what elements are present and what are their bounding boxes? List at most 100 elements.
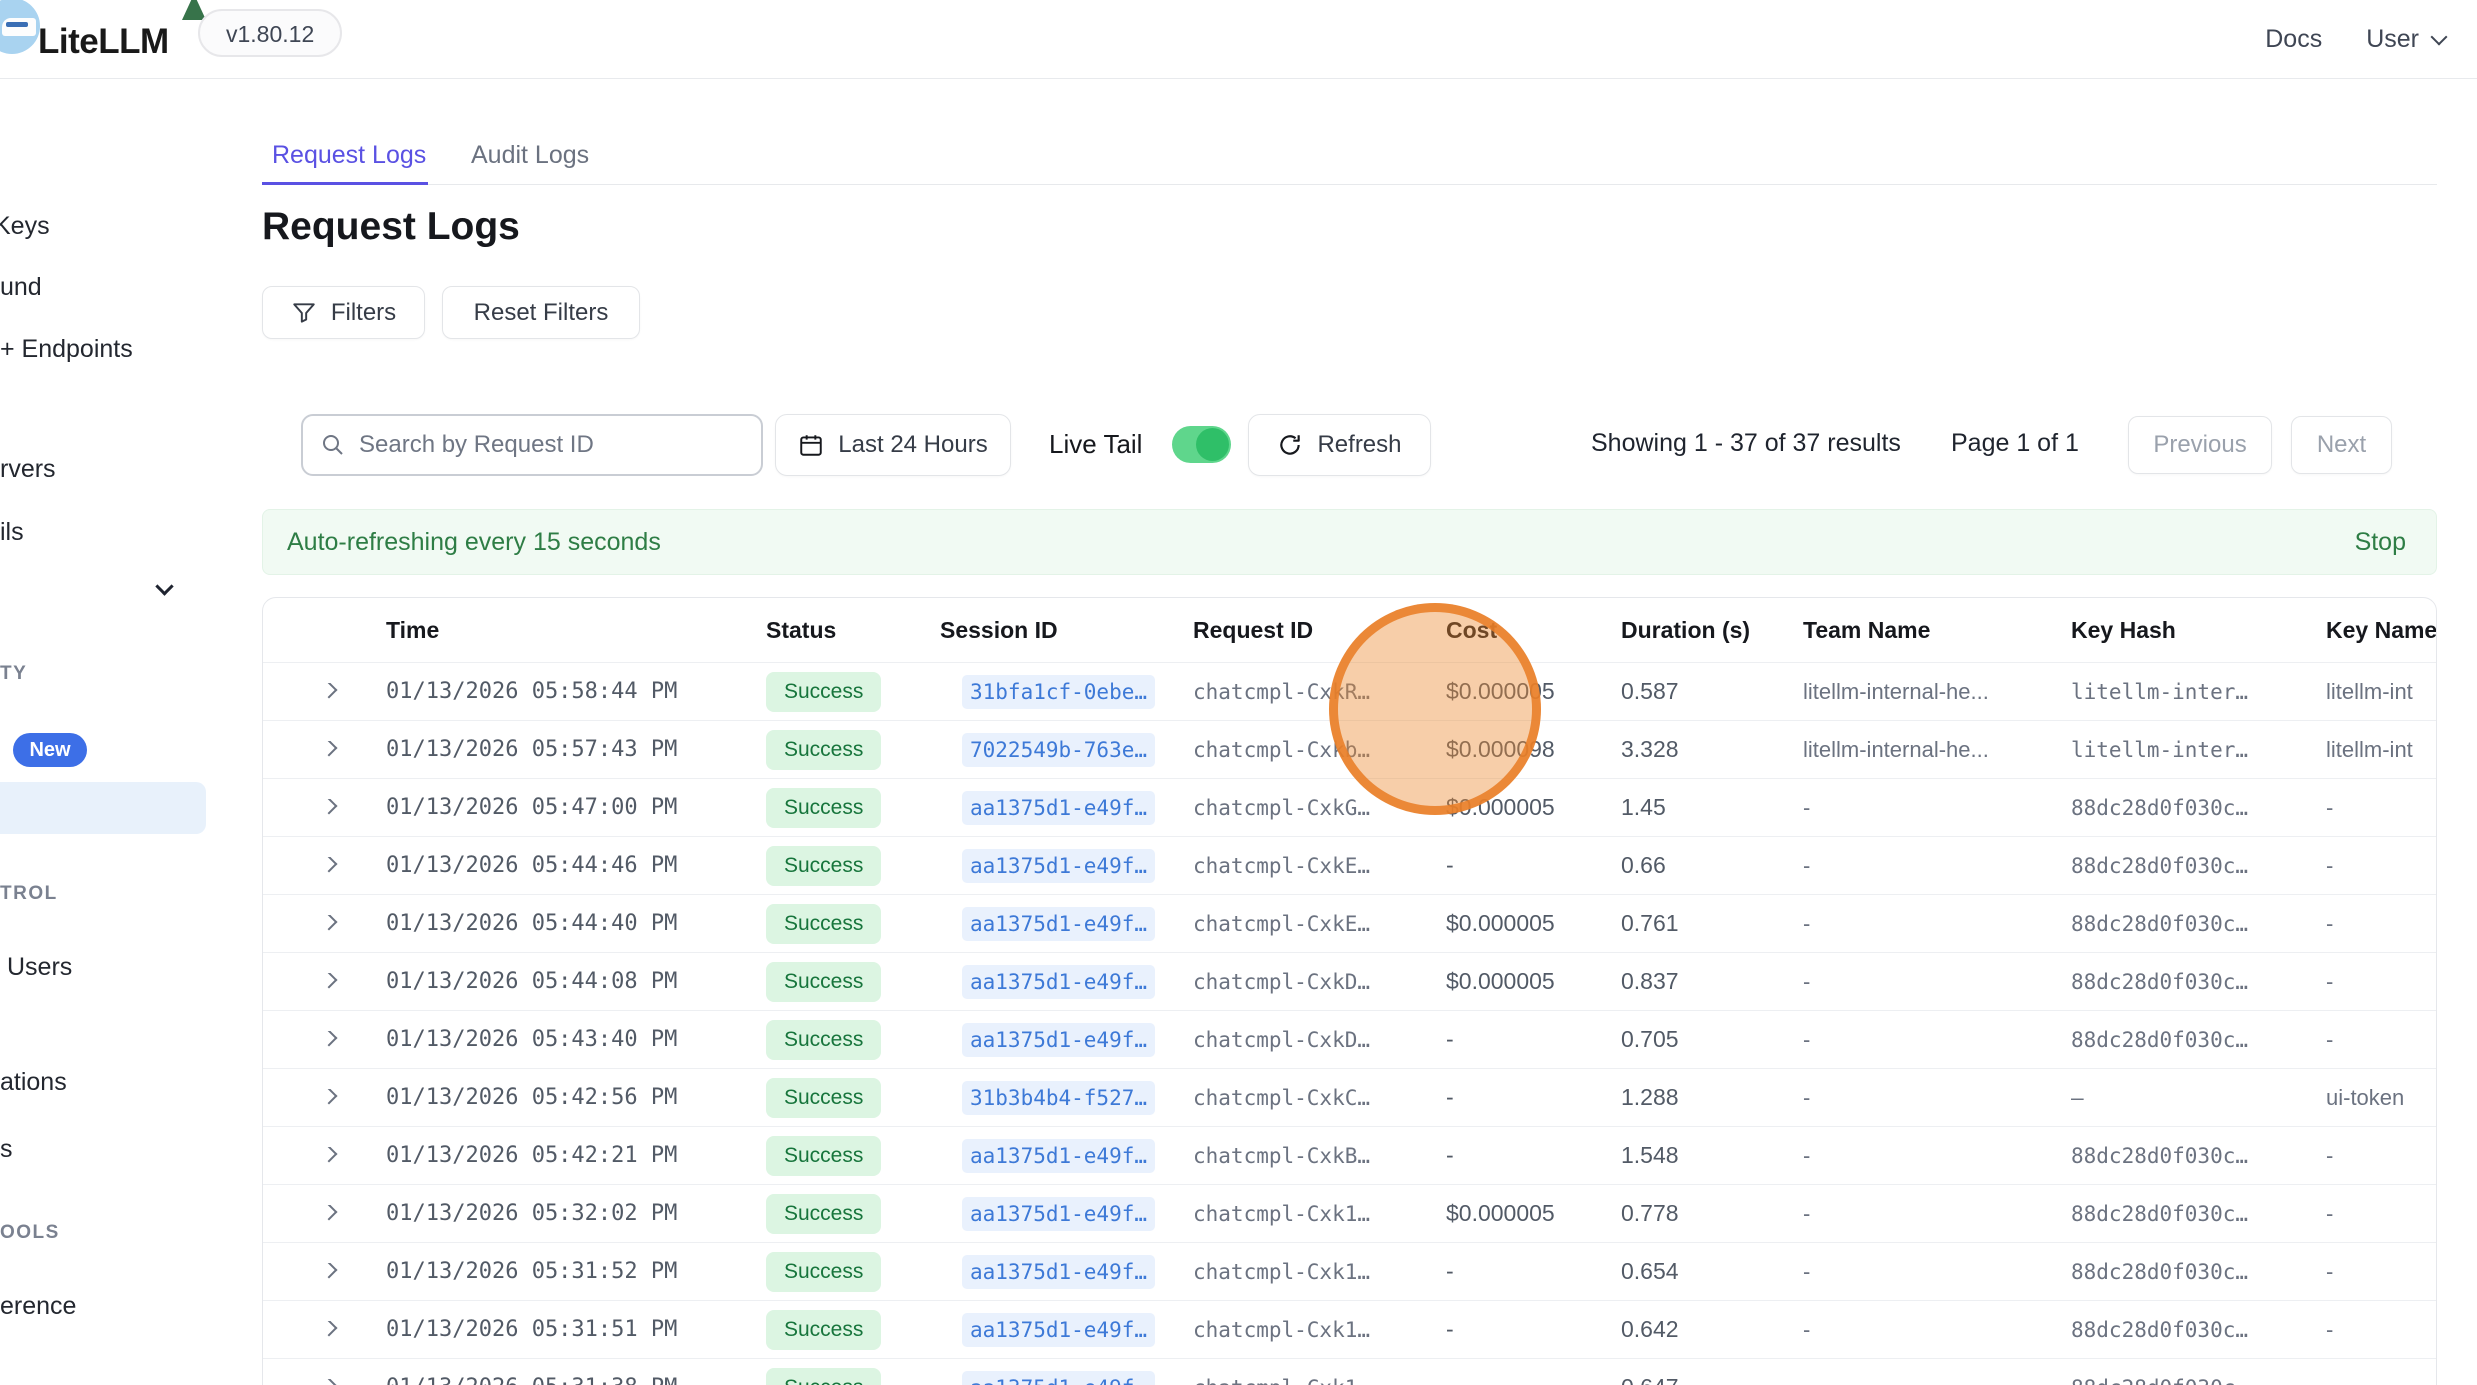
expand-row-chevron-icon[interactable] (321, 1089, 338, 1104)
key-name-cell: - (2326, 1027, 2436, 1053)
expand-row-chevron-icon[interactable] (321, 1031, 338, 1046)
session-id-link[interactable]: aa1375d1-e49f… (962, 791, 1155, 825)
tab-request-logs[interactable]: Request Logs (272, 141, 426, 170)
expand-row-chevron-icon[interactable] (321, 1321, 338, 1336)
expand-row-chevron-icon[interactable] (321, 1379, 338, 1385)
live-tail-toggle[interactable] (1172, 426, 1231, 463)
expand-row-chevron-icon[interactable] (321, 857, 338, 872)
user-menu[interactable]: User (2366, 25, 2445, 54)
chevron-down-icon (2431, 28, 2448, 45)
session-id-link[interactable]: aa1375d1-e49f… (962, 1197, 1155, 1231)
brand-title: LiteLLM (38, 22, 169, 62)
main-content: Request Logs Audit Logs Request Logs Fil… (262, 79, 2437, 1385)
next-page-button[interactable]: Next (2291, 416, 2392, 474)
cost-cell: $0.000005 (1446, 1200, 1621, 1227)
tabs: Request Logs Audit Logs (262, 79, 2437, 186)
status-badge: Success (766, 1368, 881, 1385)
key-hash-cell: 88dc28d0f030c… (2071, 1144, 2326, 1168)
sidebar-item-users[interactable]: Users (7, 953, 72, 982)
table-row: 01/13/2026 05:43:40 PM Success aa1375d1-… (263, 1010, 2436, 1068)
previous-page-button[interactable]: Previous (2128, 416, 2272, 474)
team-name-cell: - (1803, 795, 2071, 821)
expand-cell (299, 857, 386, 875)
cost-cell: - (1446, 852, 1621, 879)
duration-cell: 0.654 (1621, 1258, 1803, 1285)
key-name-cell: litellm-int (2326, 679, 2436, 705)
session-cell: aa1375d1-e49f… (940, 1255, 1193, 1289)
active-tab-indicator (262, 182, 428, 185)
time-cell: 01/13/2026 05:57:43 PM (386, 737, 766, 762)
sidebar-item-playground[interactable]: und (0, 273, 42, 302)
request-id-cell: chatcmpl-CxkD… (1193, 970, 1446, 994)
expand-row-chevron-icon[interactable] (321, 1205, 338, 1220)
time-range-button[interactable]: Last 24 Hours (775, 414, 1011, 476)
session-id-link[interactable]: aa1375d1-e49f… (962, 965, 1155, 999)
key-hash-cell: 88dc28d0f030c… (2071, 970, 2326, 994)
key-hash-cell: 88dc28d0f030c… (2071, 1260, 2326, 1284)
table-row: 01/13/2026 05:44:40 PM Success aa1375d1-… (263, 894, 2436, 952)
team-name-cell: - (1803, 1027, 2071, 1053)
search-input[interactable] (359, 431, 719, 459)
litellm-logo-icon (0, 0, 40, 54)
docs-link[interactable]: Docs (2265, 25, 2322, 54)
expand-cell (299, 1321, 386, 1339)
sidebar-item-keys[interactable]: Keys (0, 212, 50, 241)
results-summary: Showing 1 - 37 of 37 results (1591, 429, 1901, 458)
funnel-icon (291, 300, 317, 326)
expand-row-chevron-icon[interactable] (321, 973, 338, 988)
status-badge: Success (766, 846, 881, 886)
sidebar-item-teams[interactable]: s (0, 1135, 13, 1164)
time-cell: 01/13/2026 05:32:02 PM (386, 1201, 766, 1226)
session-id-link[interactable]: aa1375d1-e49f… (962, 1371, 1155, 1385)
session-id-link[interactable]: aa1375d1-e49f… (962, 907, 1155, 941)
sidebar-item-guardrails[interactable]: ils (0, 518, 24, 547)
sidebar-item-models-endpoints[interactable]: + Endpoints (0, 335, 133, 364)
expand-row-chevron-icon[interactable] (321, 1263, 338, 1278)
sidebar-item-servers[interactable]: rvers (0, 455, 56, 484)
status-badge: Success (766, 1020, 881, 1060)
table-row: 01/13/2026 05:32:02 PM Success aa1375d1-… (263, 1184, 2436, 1242)
sidebar-item-logs-selected[interactable] (0, 782, 206, 834)
stop-auto-refresh-button[interactable]: Stop (2355, 528, 2406, 557)
key-name-cell: - (2326, 1317, 2436, 1343)
sidebar-item-reference[interactable]: erence (0, 1292, 76, 1321)
expand-row-chevron-icon[interactable] (321, 741, 338, 756)
expand-row-chevron-icon[interactable] (321, 1147, 338, 1162)
time-cell: 01/13/2026 05:31:52 PM (386, 1259, 766, 1284)
tab-audit-logs[interactable]: Audit Logs (471, 141, 589, 170)
filters-button[interactable]: Filters (262, 286, 425, 339)
session-id-link[interactable]: aa1375d1-e49f… (962, 1139, 1155, 1173)
status-badge: Success (766, 962, 881, 1002)
cost-cell: - (1446, 1316, 1621, 1343)
status-cell: Success (766, 904, 940, 944)
key-hash-cell: – (2071, 1086, 2326, 1110)
session-id-link[interactable]: 7022549b-763e… (962, 733, 1155, 767)
session-id-link[interactable]: aa1375d1-e49f… (962, 849, 1155, 883)
time-cell: 01/13/2026 05:31:38 PM (386, 1375, 766, 1385)
request-id-cell: chatcmpl-CxkE… (1193, 854, 1446, 878)
sidebar-expand-chevron-icon[interactable] (155, 577, 173, 595)
session-id-link[interactable]: aa1375d1-e49f… (962, 1313, 1155, 1347)
expand-row-chevron-icon[interactable] (321, 799, 338, 814)
search-icon (321, 433, 345, 457)
session-id-link[interactable]: aa1375d1-e49f… (962, 1023, 1155, 1057)
duration-cell: 0.761 (1621, 910, 1803, 937)
session-id-link[interactable]: 31b3b4b4-f527… (962, 1081, 1155, 1115)
session-id-link[interactable]: 31bfa1cf-0ebe… (962, 675, 1155, 709)
sidebar-item-organizations[interactable]: ations (0, 1068, 67, 1097)
expand-row-chevron-icon[interactable] (321, 683, 338, 698)
refresh-icon (1277, 432, 1303, 458)
status-badge: Success (766, 788, 881, 828)
col-session-id: Session ID (940, 617, 1193, 644)
reset-filters-button[interactable]: Reset Filters (442, 286, 640, 339)
session-cell: 7022549b-763e… (940, 733, 1193, 767)
topbar-right: Docs User (2265, 0, 2445, 79)
user-menu-label: User (2366, 25, 2419, 54)
refresh-button[interactable]: Refresh (1248, 414, 1431, 476)
session-id-link[interactable]: aa1375d1-e49f… (962, 1255, 1155, 1289)
team-name-cell: litellm-internal-he... (1803, 737, 2071, 763)
train-icon (2, 18, 36, 36)
key-hash-cell: 88dc28d0f030c… (2071, 1318, 2326, 1342)
duration-cell: 0.647 (1621, 1374, 1803, 1385)
expand-row-chevron-icon[interactable] (321, 915, 338, 930)
